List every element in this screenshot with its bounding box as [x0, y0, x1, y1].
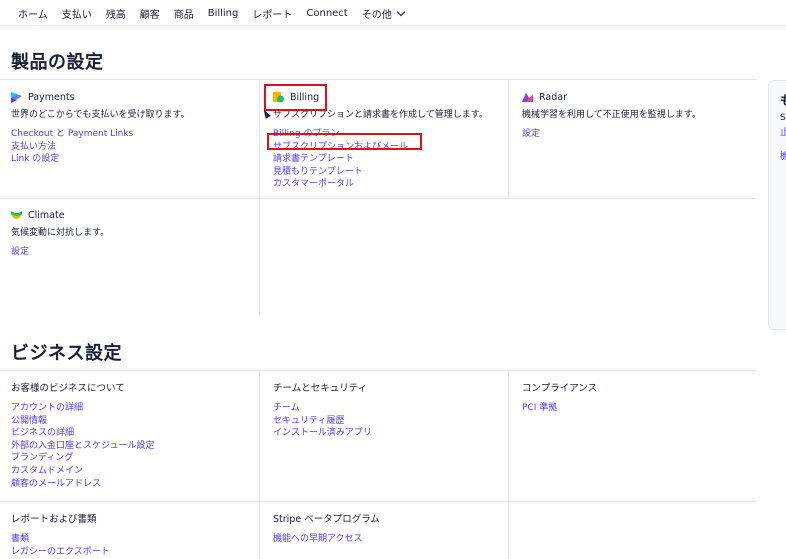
link-customer-portal[interactable]: カスタマーポータル — [273, 178, 488, 191]
radar-card-links: 設定 — [522, 128, 701, 141]
side-promo-card: も S 止 機 — [768, 80, 786, 330]
nav-connect[interactable]: Connect — [306, 8, 347, 19]
nav-payments[interactable]: 支払い — [62, 6, 92, 21]
product-settings-divider-top — [0, 79, 757, 80]
nav-billing[interactable]: Billing — [208, 8, 239, 19]
radar-icon — [522, 92, 533, 103]
link-custom-domain[interactable]: カスタムドメイン — [11, 465, 154, 478]
team-security-card: チームとセキュリティ チーム セキュリティ履歴 インストール済みアプリ — [273, 380, 372, 440]
side-card-title: も — [780, 90, 786, 109]
link-team[interactable]: チーム — [273, 402, 372, 415]
nav-divider — [0, 25, 786, 26]
radar-card-header[interactable]: Radar — [522, 90, 701, 104]
beta-programs-links: 機能への早期アクセス — [273, 533, 380, 546]
climate-card-links: 設定 — [11, 246, 109, 259]
team-security-title: チームとセキュリティ — [273, 383, 368, 394]
climate-card: Climate 気候変動に対抗します。 設定 — [11, 208, 109, 259]
reports-documents-title: レポートおよび書類 — [11, 514, 97, 525]
side-card-link-2[interactable]: 機 — [780, 149, 786, 162]
product-column-divider-2 — [508, 80, 509, 198]
link-pci-compliance[interactable]: PCI 準拠 — [522, 402, 597, 415]
chevron-down-icon — [396, 7, 405, 16]
climate-card-description: 気候変動に対抗します。 — [11, 228, 110, 238]
product-settings-title: 製品の設定 — [11, 52, 104, 73]
business-settings-divider-top — [0, 370, 757, 371]
nav-customers[interactable]: 顧客 — [140, 6, 160, 21]
climate-card-title: Climate — [28, 209, 65, 221]
business-settings-divider-mid — [0, 501, 757, 502]
radar-card: Radar 機械学習を利用して不正使用を監視します。 設定 — [522, 90, 701, 141]
payments-card-header[interactable]: Payments — [11, 90, 190, 104]
business-column-divider-2 — [508, 371, 509, 559]
billing-title-highlight — [264, 84, 327, 111]
compliance-title: コンプライアンス — [522, 383, 598, 394]
payments-card-description: 世界のどこからでも支払いを受け取ります。 — [11, 110, 190, 120]
radar-card-description: 機械学習を利用して不正使用を監視します。 — [522, 110, 701, 120]
product-settings-divider-mid — [0, 198, 757, 199]
link-link-settings[interactable]: Link の設定 — [11, 153, 190, 166]
radar-card-title: Radar — [539, 91, 567, 103]
link-legacy-exports[interactable]: レガシーのエクスポート — [11, 546, 110, 559]
payments-card: Payments 世界のどこからでも支払いを受け取ります。 Checkout と… — [11, 90, 190, 166]
nav-balances[interactable]: 残高 — [106, 6, 126, 21]
link-customer-emails[interactable]: 顧客のメールアドレス — [11, 478, 154, 491]
link-quote-template[interactable]: 見積もりテンプレート — [273, 166, 488, 179]
about-business-links: アカウントの詳細 公開情報 ビジネスの詳細 外部の入金口座とスケジュール設定 ブ… — [11, 402, 154, 490]
link-climate-settings[interactable]: 設定 — [11, 246, 109, 259]
nav-more-label: その他 — [361, 9, 392, 21]
link-payout-accounts[interactable]: 外部の入金口座とスケジュール設定 — [11, 440, 154, 453]
link-branding[interactable]: ブランディング — [11, 452, 154, 465]
link-account-details[interactable]: アカウントの詳細 — [11, 402, 154, 415]
top-navigation: ホーム 支払い 残高 顧客 商品 Billing レポート Connect その… — [0, 0, 786, 26]
payments-card-title: Payments — [28, 91, 75, 103]
link-early-access[interactable]: 機能への早期アクセス — [273, 533, 380, 546]
link-checkout-payment-links[interactable]: Checkout と Payment Links — [11, 128, 190, 141]
climate-icon — [11, 210, 22, 221]
beta-programs-card: Stripe ベータプログラム 機能への早期アクセス — [273, 511, 380, 546]
payments-card-links: Checkout と Payment Links 支払い方法 Link の設定 — [11, 128, 190, 166]
side-card-text: S — [780, 113, 786, 123]
compliance-links: PCI 準拠 — [522, 402, 597, 415]
reports-documents-links: 書類 レガシーのエクスポート — [11, 533, 110, 558]
about-business-title: お客様のビジネスについて — [11, 383, 125, 394]
business-settings-title: ビジネス設定 — [11, 343, 122, 364]
link-invoice-template[interactable]: 請求書テンプレート — [273, 153, 488, 166]
product-column-divider-1 — [259, 80, 260, 315]
nav-more[interactable]: その他 — [361, 6, 405, 21]
compliance-card: コンプライアンス PCI 準拠 — [522, 380, 597, 415]
link-payment-methods[interactable]: 支払い方法 — [11, 141, 190, 154]
link-installed-apps[interactable]: インストール済みアプリ — [273, 427, 372, 440]
link-documents[interactable]: 書類 — [11, 533, 110, 546]
payments-icon — [11, 91, 22, 103]
nav-home[interactable]: ホーム — [18, 6, 48, 21]
reports-documents-card: レポートおよび書類 書類 レガシーのエクスポート — [11, 511, 110, 558]
side-card-link-1[interactable]: 止 — [780, 125, 786, 138]
about-business-card: お客様のビジネスについて アカウントの詳細 公開情報 ビジネスの詳細 外部の入金… — [11, 380, 154, 490]
link-security-history[interactable]: セキュリティ履歴 — [273, 415, 372, 428]
link-business-details[interactable]: ビジネスの詳細 — [11, 427, 154, 440]
team-security-links: チーム セキュリティ履歴 インストール済みアプリ — [273, 402, 372, 440]
business-column-divider-1 — [259, 371, 260, 559]
beta-programs-title: Stripe ベータプログラム — [273, 514, 380, 525]
subscriptions-link-highlight — [267, 133, 422, 150]
link-radar-settings[interactable]: 設定 — [522, 128, 701, 141]
nav-reports[interactable]: レポート — [252, 6, 292, 21]
link-public-info[interactable]: 公開情報 — [11, 415, 154, 428]
climate-card-header[interactable]: Climate — [11, 208, 109, 222]
nav-products[interactable]: 商品 — [174, 6, 194, 21]
